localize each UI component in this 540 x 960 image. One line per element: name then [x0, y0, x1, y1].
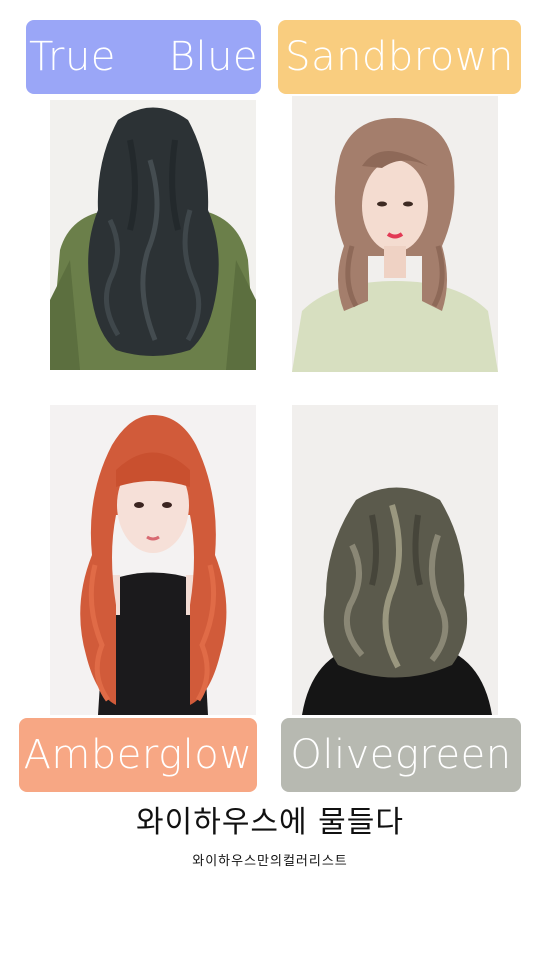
swatch-label-amberglow: Amberglow [19, 718, 257, 792]
swatch-label-sandbrown: Sandbrown [278, 20, 521, 94]
hair-photo-true-blue [50, 100, 256, 370]
swatch-label-true-blue: True Blue [26, 20, 261, 94]
hair-photo-olivegreen [292, 405, 498, 715]
swatch-label-olivegreen: Olivegreen [281, 718, 521, 792]
subheadline: 와이하우스만의컬러리스트 [192, 854, 348, 869]
hair-photo-amberglow [50, 405, 256, 715]
headline: 와이하우스에 물들다 [136, 805, 404, 840]
hair-photo-sandbrown [292, 96, 498, 372]
